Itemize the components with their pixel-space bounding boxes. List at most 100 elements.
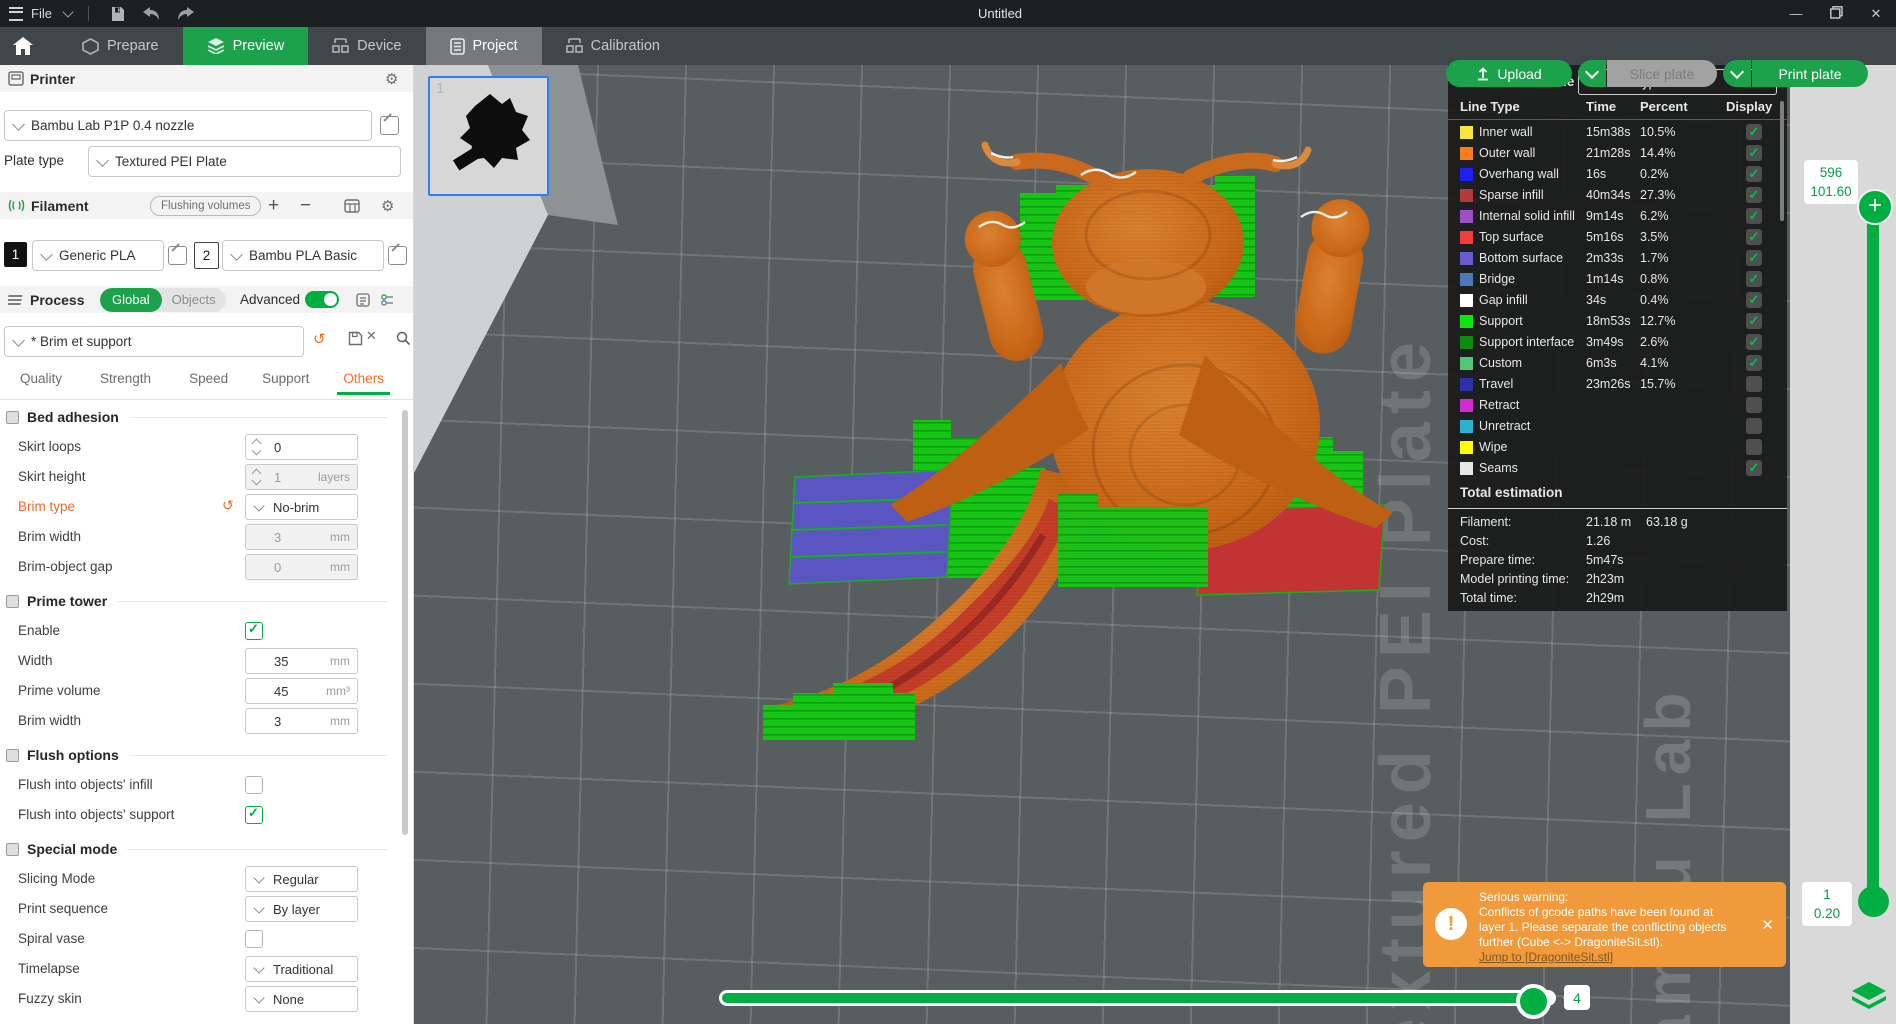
stepper-arrows-icon[interactable] xyxy=(251,468,263,486)
sidebar-scrollbar[interactable] xyxy=(402,410,408,835)
tab-support[interactable]: Support xyxy=(256,365,315,395)
param-select[interactable]: By layer xyxy=(245,896,358,922)
save-icon[interactable] xyxy=(101,0,135,27)
plate-thumbnail[interactable]: 1 xyxy=(428,76,549,196)
process-preset-select[interactable]: * Brim et support xyxy=(4,326,304,357)
display-checkbox[interactable] xyxy=(1746,292,1762,308)
line-type-row: Wipe xyxy=(1448,437,1787,458)
param-checkbox[interactable] xyxy=(245,930,263,948)
param-input[interactable]: 0 mm xyxy=(245,554,358,580)
param-input[interactable]: 45 mm³ xyxy=(245,678,358,704)
layer-slider-handle[interactable] xyxy=(1858,886,1889,917)
param-select[interactable]: None xyxy=(245,986,358,1012)
reset-preset-icon[interactable]: ↺ xyxy=(313,330,326,348)
file-menu-chevron-icon[interactable] xyxy=(62,6,74,18)
param-checkbox[interactable] xyxy=(245,805,263,824)
view-all-settings-icon[interactable] xyxy=(356,292,370,307)
ams-icon[interactable] xyxy=(344,198,360,213)
save-preset-icon[interactable] xyxy=(348,331,363,346)
filament-1-edit-icon[interactable] xyxy=(168,246,187,265)
layer-slider-track[interactable] xyxy=(1867,212,1879,902)
param-select[interactable]: No-brim xyxy=(245,494,358,520)
add-layer-range-button[interactable]: + xyxy=(1857,189,1893,225)
close-button[interactable]: ✕ xyxy=(1856,6,1896,22)
redo-icon[interactable] xyxy=(169,0,203,27)
slice-dropdown-button[interactable] xyxy=(1578,60,1606,87)
tab-device[interactable]: Device xyxy=(308,27,425,65)
warning-jump-link[interactable]: Jump to [DragoniteSit.stl] xyxy=(1479,950,1749,965)
display-checkbox[interactable] xyxy=(1746,187,1762,203)
undo-icon[interactable] xyxy=(135,0,169,27)
advanced-toggle[interactable] xyxy=(305,291,339,308)
tab-preview[interactable]: Preview xyxy=(182,27,309,65)
display-checkbox[interactable] xyxy=(1746,250,1762,266)
search-icon[interactable] xyxy=(396,331,411,346)
printer-edit-icon[interactable] xyxy=(380,116,399,135)
layers-icon[interactable] xyxy=(1852,982,1886,1017)
tab-strength[interactable]: Strength xyxy=(94,365,157,395)
menu-icon[interactable] xyxy=(9,6,23,21)
param-select[interactable]: Traditional xyxy=(245,956,358,982)
display-checkbox[interactable] xyxy=(1746,124,1762,140)
upload-button[interactable]: Upload xyxy=(1446,60,1572,87)
display-checkbox[interactable] xyxy=(1746,376,1762,392)
stepper-arrows-icon[interactable] xyxy=(251,438,263,456)
filament-2-edit-icon[interactable] xyxy=(388,246,407,265)
display-checkbox[interactable] xyxy=(1746,166,1762,182)
tab-others[interactable]: Others xyxy=(337,365,390,395)
process-scope-toggle[interactable]: Global Objects xyxy=(100,287,226,312)
param-checkbox[interactable] xyxy=(245,621,263,640)
param-input[interactable]: 35 mm xyxy=(245,648,358,674)
filament-slot-2[interactable]: 2 xyxy=(194,242,219,269)
panel-scrollbar[interactable] xyxy=(1780,101,1784,221)
display-checkbox[interactable] xyxy=(1746,397,1762,413)
minimize-button[interactable]: — xyxy=(1776,6,1816,21)
tab-speed[interactable]: Speed xyxy=(183,365,234,395)
compare-preset-icon[interactable] xyxy=(380,293,395,307)
param-checkbox[interactable] xyxy=(245,776,263,794)
filament-1-select[interactable]: Generic PLA xyxy=(32,240,164,271)
display-checkbox[interactable] xyxy=(1746,208,1762,224)
filament-slot-1[interactable]: 1 xyxy=(4,242,27,267)
printer-settings-gear-icon[interactable]: ⚙ xyxy=(385,70,398,88)
display-checkbox[interactable] xyxy=(1746,334,1762,350)
maximize-button[interactable] xyxy=(1816,5,1856,22)
display-checkbox[interactable] xyxy=(1746,229,1762,245)
printer-preset-select[interactable]: Bambu Lab P1P 0.4 nozzle xyxy=(4,110,372,141)
tab-project[interactable]: Project xyxy=(425,27,542,65)
display-checkbox[interactable] xyxy=(1746,271,1762,287)
param-label: Fuzzy skin xyxy=(18,991,82,1006)
file-menu[interactable]: File xyxy=(31,6,52,21)
display-checkbox[interactable] xyxy=(1746,460,1762,476)
param-input[interactable]: 3 mm xyxy=(245,524,358,550)
display-checkbox[interactable] xyxy=(1746,418,1762,434)
slice-plate-button[interactable]: Slice plate xyxy=(1607,60,1717,87)
moves-slider-handle[interactable] xyxy=(1516,984,1551,1019)
reset-param-icon[interactable]: ↺ xyxy=(222,497,234,514)
print-plate-button[interactable]: Print plate xyxy=(1752,60,1868,87)
filament-settings-gear-icon[interactable]: ⚙ xyxy=(381,197,394,215)
clear-preset-icon[interactable]: ✕ xyxy=(366,328,377,344)
param-stepper[interactable]: 1 layers xyxy=(245,464,358,490)
param-input[interactable]: 3 mm xyxy=(245,708,358,734)
tab-prepare[interactable]: Prepare xyxy=(58,27,183,65)
add-filament-button[interactable]: + xyxy=(268,195,279,217)
close-warning-icon[interactable]: ✕ xyxy=(1761,916,1774,934)
remove-filament-button[interactable]: − xyxy=(300,195,311,217)
tab-home[interactable] xyxy=(0,27,46,65)
line-color-swatch xyxy=(1460,462,1473,475)
display-checkbox[interactable] xyxy=(1746,145,1762,161)
param-stepper[interactable]: 0 xyxy=(245,434,358,460)
moves-slider-track[interactable] xyxy=(719,990,1556,1006)
param-select[interactable]: Regular xyxy=(245,866,358,892)
display-checkbox[interactable] xyxy=(1746,313,1762,329)
model-antenna-left xyxy=(1009,152,1113,191)
filament-2-select[interactable]: Bambu PLA Basic xyxy=(222,240,384,271)
tab-calibration[interactable]: Calibration xyxy=(542,27,684,65)
display-checkbox[interactable] xyxy=(1746,355,1762,371)
plate-type-select[interactable]: Textured PEI Plate xyxy=(88,146,401,177)
flushing-volumes-button[interactable]: Flushing volumes xyxy=(150,195,262,216)
print-dropdown-button[interactable] xyxy=(1723,60,1751,87)
tab-quality[interactable]: Quality xyxy=(14,365,68,395)
display-checkbox[interactable] xyxy=(1746,439,1762,455)
